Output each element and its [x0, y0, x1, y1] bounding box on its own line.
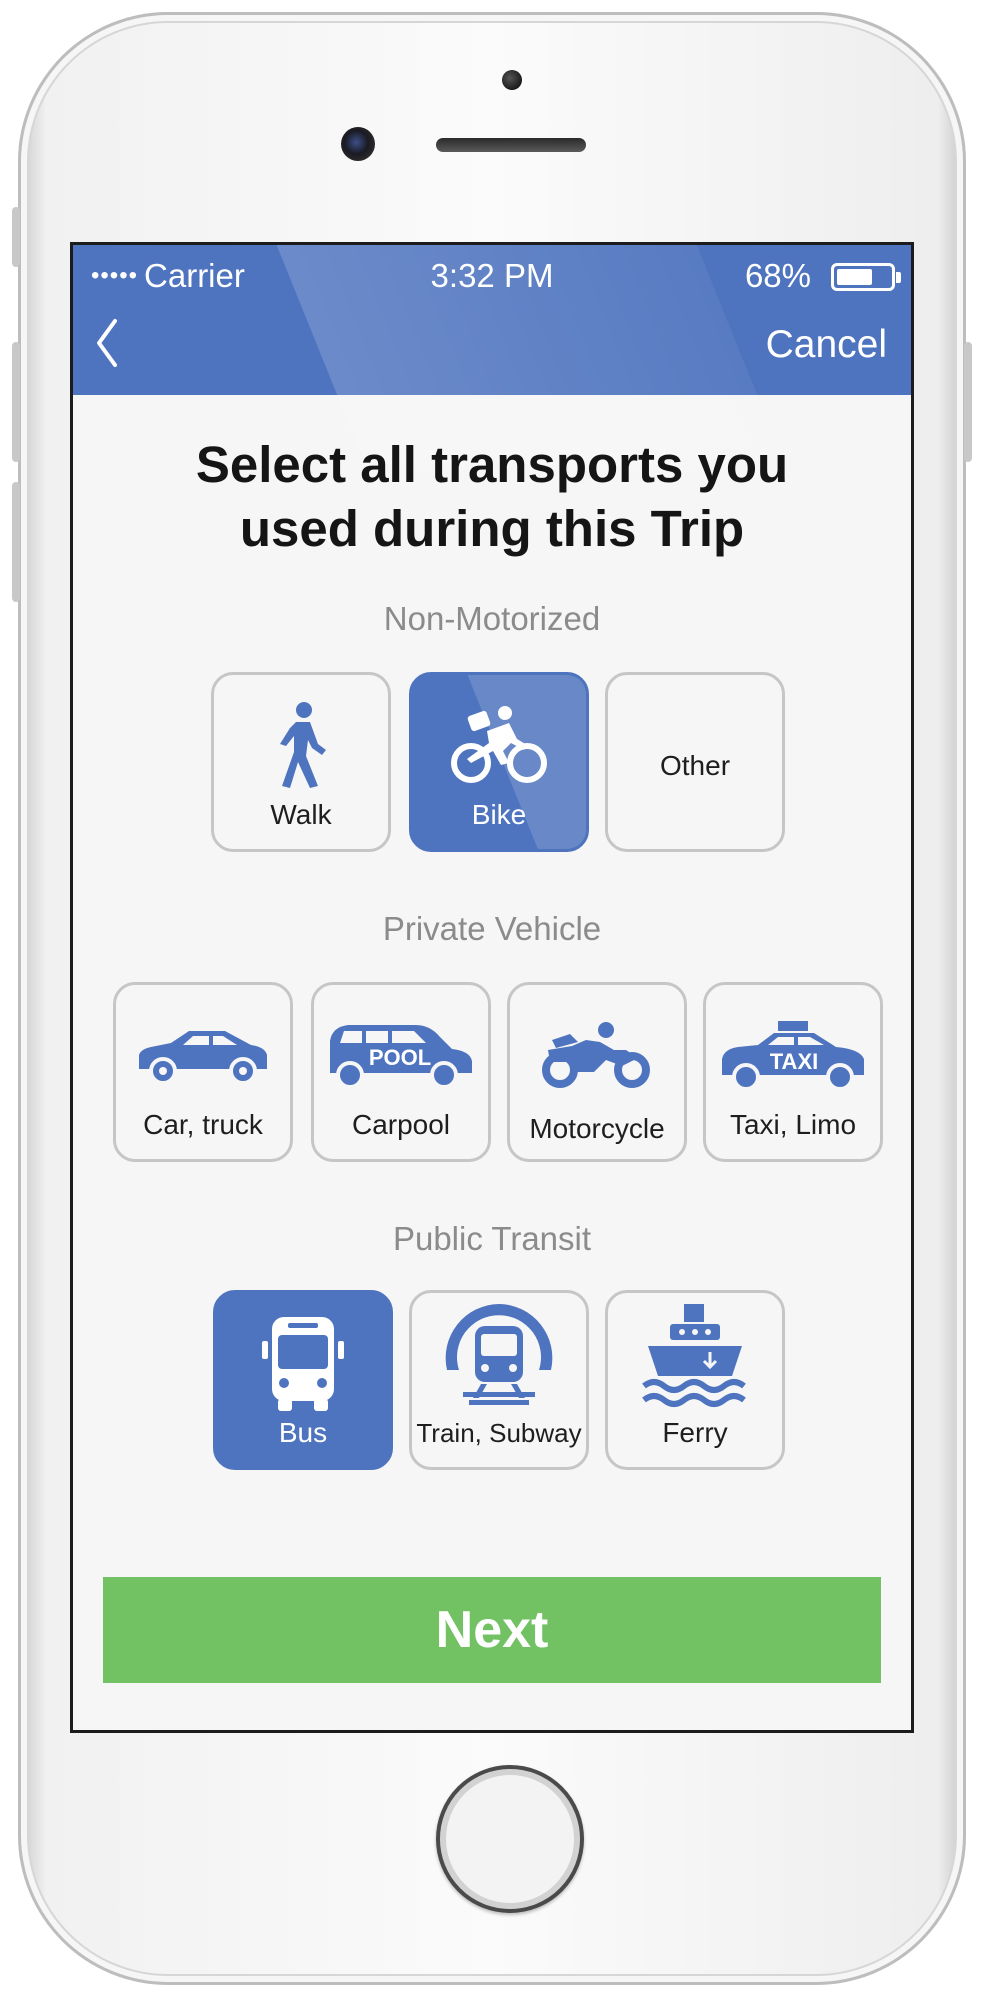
- mute-switch: [12, 207, 20, 267]
- bike-icon: [412, 697, 586, 793]
- tile-label: Other: [659, 750, 731, 781]
- motorcycle-icon: [510, 1007, 684, 1103]
- tile-label: Bike: [471, 799, 527, 830]
- tile-taxi-limo[interactable]: TAXI Taxi, Limo: [703, 982, 883, 1162]
- volume-up-button: [12, 342, 20, 462]
- next-button[interactable]: Next: [103, 1577, 881, 1683]
- tile-bike[interactable]: Bike: [409, 672, 589, 852]
- section-label-public-transit: Public Transit: [392, 1220, 592, 1257]
- section-label-private-vehicle: Private Vehicle: [382, 910, 602, 947]
- page-title-line-2: used during this Trip: [239, 500, 745, 557]
- cancel-button[interactable]: Cancel: [766, 323, 887, 367]
- tile-other[interactable]: Other: [605, 672, 785, 852]
- section-label-non-motorized: Non-Motorized: [383, 600, 601, 637]
- carpool-icon: POOL: [314, 1007, 488, 1103]
- bus-icon: [216, 1315, 390, 1411]
- battery-percent: 68%: [744, 257, 811, 294]
- car-icon: [116, 1007, 290, 1103]
- chevron-left-icon: [97, 319, 117, 367]
- power-button: [964, 342, 972, 462]
- back-button[interactable]: [91, 315, 125, 371]
- app-header: ••••• Carrier 3:32 PM 68% Cancel: [73, 245, 911, 465]
- tile-label: Train, Subway: [416, 1418, 582, 1448]
- volume-down-button: [12, 482, 20, 602]
- carpool-icon-text: POOL: [369, 1045, 431, 1070]
- tile-car-truck[interactable]: Car, truck: [113, 982, 293, 1162]
- tile-label: Car, truck: [143, 1109, 263, 1140]
- app-screen: ••••• Carrier 3:32 PM 68% Cancel Select a…: [70, 242, 914, 1733]
- front-camera: [341, 127, 375, 161]
- page-title: Select all transports you used during th…: [73, 433, 911, 561]
- tile-train-subway[interactable]: Train, Subway: [409, 1290, 589, 1470]
- tile-label: Ferry: [662, 1417, 728, 1448]
- earpiece-speaker: [436, 138, 586, 152]
- tile-label: Walk: [270, 799, 332, 830]
- battery-icon: [831, 263, 901, 291]
- tile-motorcycle[interactable]: Motorcycle: [507, 982, 687, 1162]
- proximity-sensor: [502, 70, 522, 90]
- home-button[interactable]: [436, 1765, 584, 1913]
- tile-ferry[interactable]: Ferry: [605, 1290, 785, 1470]
- tile-label: Bus: [278, 1417, 328, 1448]
- tile-bus[interactable]: Bus: [213, 1290, 393, 1470]
- train-icon: [412, 1304, 586, 1405]
- tile-walk[interactable]: Walk: [211, 672, 391, 852]
- battery-fill: [837, 269, 873, 285]
- tile-label: Taxi, Limo: [729, 1109, 857, 1140]
- tile-label: Motorcycle: [529, 1113, 665, 1144]
- tile-label: Carpool: [351, 1109, 451, 1140]
- walk-icon: [214, 697, 388, 793]
- status-bar: ••••• Carrier 3:32 PM 68%: [73, 255, 911, 301]
- ferry-icon: [608, 1304, 782, 1407]
- taxi-icon-text: TAXI: [770, 1049, 818, 1074]
- taxi-icon: TAXI: [706, 1007, 880, 1103]
- tile-carpool[interactable]: POOL Carpool: [311, 982, 491, 1162]
- page-title-line-1: Select all transports you: [195, 436, 789, 493]
